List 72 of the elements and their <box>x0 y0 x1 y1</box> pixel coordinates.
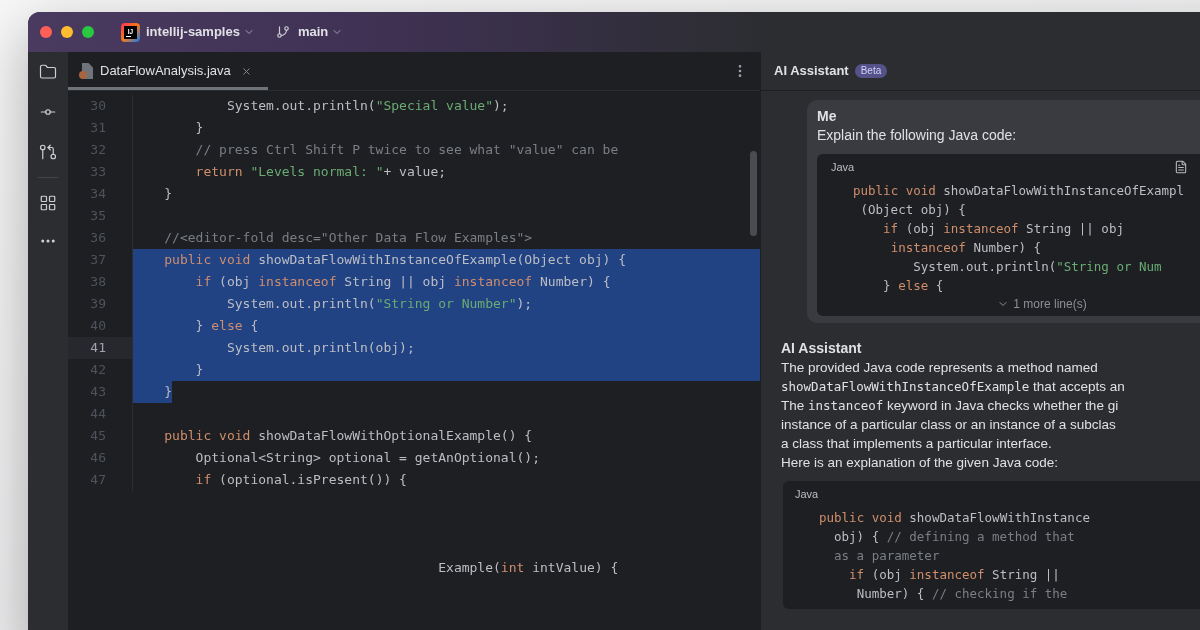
line-number: 36 <box>90 230 106 246</box>
file-icon <box>79 63 93 79</box>
message-text: The instanceof keyword in Java checks whether the gi <box>781 397 1119 414</box>
code-line: if (obj instanceof String || <box>849 566 1060 583</box>
code-line: //<editor-fold desc="Other Data Flow Examples"> <box>164 230 533 246</box>
code-line: } <box>195 362 204 378</box>
line-number: 37 <box>90 252 106 268</box>
code-line: return "Levels normal: "+ value; <box>195 164 447 180</box>
expand-button[interactable]: 1 more line(s) <box>997 295 1087 313</box>
grid-icon[interactable] <box>39 194 57 212</box>
code-line: // press Ctrl Shift P twice to see what "value" can be <box>195 142 619 158</box>
code-line: } <box>164 384 173 400</box>
message-author: AI Assistant <box>781 339 862 358</box>
code-line: } <box>195 120 204 136</box>
line-number: 38 <box>90 274 106 290</box>
message-text: instance of a particular class or an instance of a subclas <box>781 416 1116 433</box>
code-line: public void showDataFlowWithInstance <box>819 509 1090 526</box>
line-number: 44 <box>90 406 106 422</box>
line-number: 34 <box>90 186 106 202</box>
line-number: 41 <box>90 340 106 356</box>
code-line: System.out.println(obj); <box>226 340 415 356</box>
branch-dropdown[interactable]: main <box>275 22 344 42</box>
code-line: obj) { // defining a method that <box>834 528 1075 545</box>
message-text: The provided Java code represents a method named <box>781 359 1098 376</box>
code-line: public void showDataFlowWithInstanceOfExample(Object obj) { <box>164 252 627 268</box>
code-line: } <box>164 186 173 202</box>
code-line: as a parameter <box>834 547 940 564</box>
line-number: 40 <box>90 318 106 334</box>
code-line: Example(int intValue) { <box>438 560 619 576</box>
line-number: 33 <box>90 164 106 180</box>
code-line: Optional<String> optional = getAnOptional(); <box>195 450 540 466</box>
panel-title: AI Assistant <box>774 62 849 81</box>
code-line: if (obj instanceof String || obj <box>883 220 1124 237</box>
message-text: showDataFlowWithInstanceOfExample that accepts an <box>781 378 1125 395</box>
line-number: 43 <box>90 384 106 400</box>
minimize-window-button[interactable] <box>61 26 73 38</box>
code-line: } else { <box>883 277 944 294</box>
line-number: 47 <box>90 472 106 488</box>
folder-icon[interactable] <box>39 63 57 81</box>
line-number: 45 <box>90 428 106 444</box>
code-line: Number) { // checking if the <box>856 585 1068 602</box>
code-line: instanceof Number) { <box>890 239 1042 256</box>
code-line: (Object obj) { <box>860 201 966 218</box>
line-number: 31 <box>90 120 106 136</box>
close-window-button[interactable] <box>40 26 52 38</box>
scrollbar-thumb[interactable] <box>750 151 757 236</box>
beta-badge: Beta <box>854 64 888 78</box>
line-number: 35 <box>90 208 106 224</box>
code-line: if (optional.isPresent()) { <box>195 472 407 488</box>
line-number: 39 <box>90 296 106 312</box>
language-label: Java <box>831 160 855 174</box>
pull-request-icon[interactable] <box>39 143 57 161</box>
language-label: Java <box>795 487 819 501</box>
line-number: 42 <box>90 362 106 378</box>
maximize-window-button[interactable] <box>82 26 94 38</box>
message-author: Me <box>817 107 837 126</box>
line-number: 46 <box>90 450 106 466</box>
code-line: System.out.println("Special value"); <box>226 98 509 114</box>
code-line: public void showDataFlowWithOptionalExample() { <box>164 428 533 444</box>
message-text: Here is an explanation of the given Java code: <box>781 454 1058 471</box>
document-icon[interactable] <box>1174 160 1188 174</box>
code-line: } else { <box>195 318 259 334</box>
code-line: if (obj instanceof String || obj instanceof Number) { <box>195 274 611 290</box>
line-number: 32 <box>90 142 106 158</box>
branch-icon <box>275 25 290 39</box>
close-icon[interactable] <box>240 65 252 77</box>
message-text: Explain the following Java code: <box>817 126 1017 145</box>
code-line: System.out.println("String or Num <box>913 258 1162 275</box>
message-text: a class that implements a particular interface. <box>781 435 1052 452</box>
code-line: public void showDataFlowWithInstanceOfExampl <box>853 182 1185 199</box>
code-line: System.out.println("String or Number"); <box>226 296 533 312</box>
line-number: 30 <box>90 98 106 114</box>
